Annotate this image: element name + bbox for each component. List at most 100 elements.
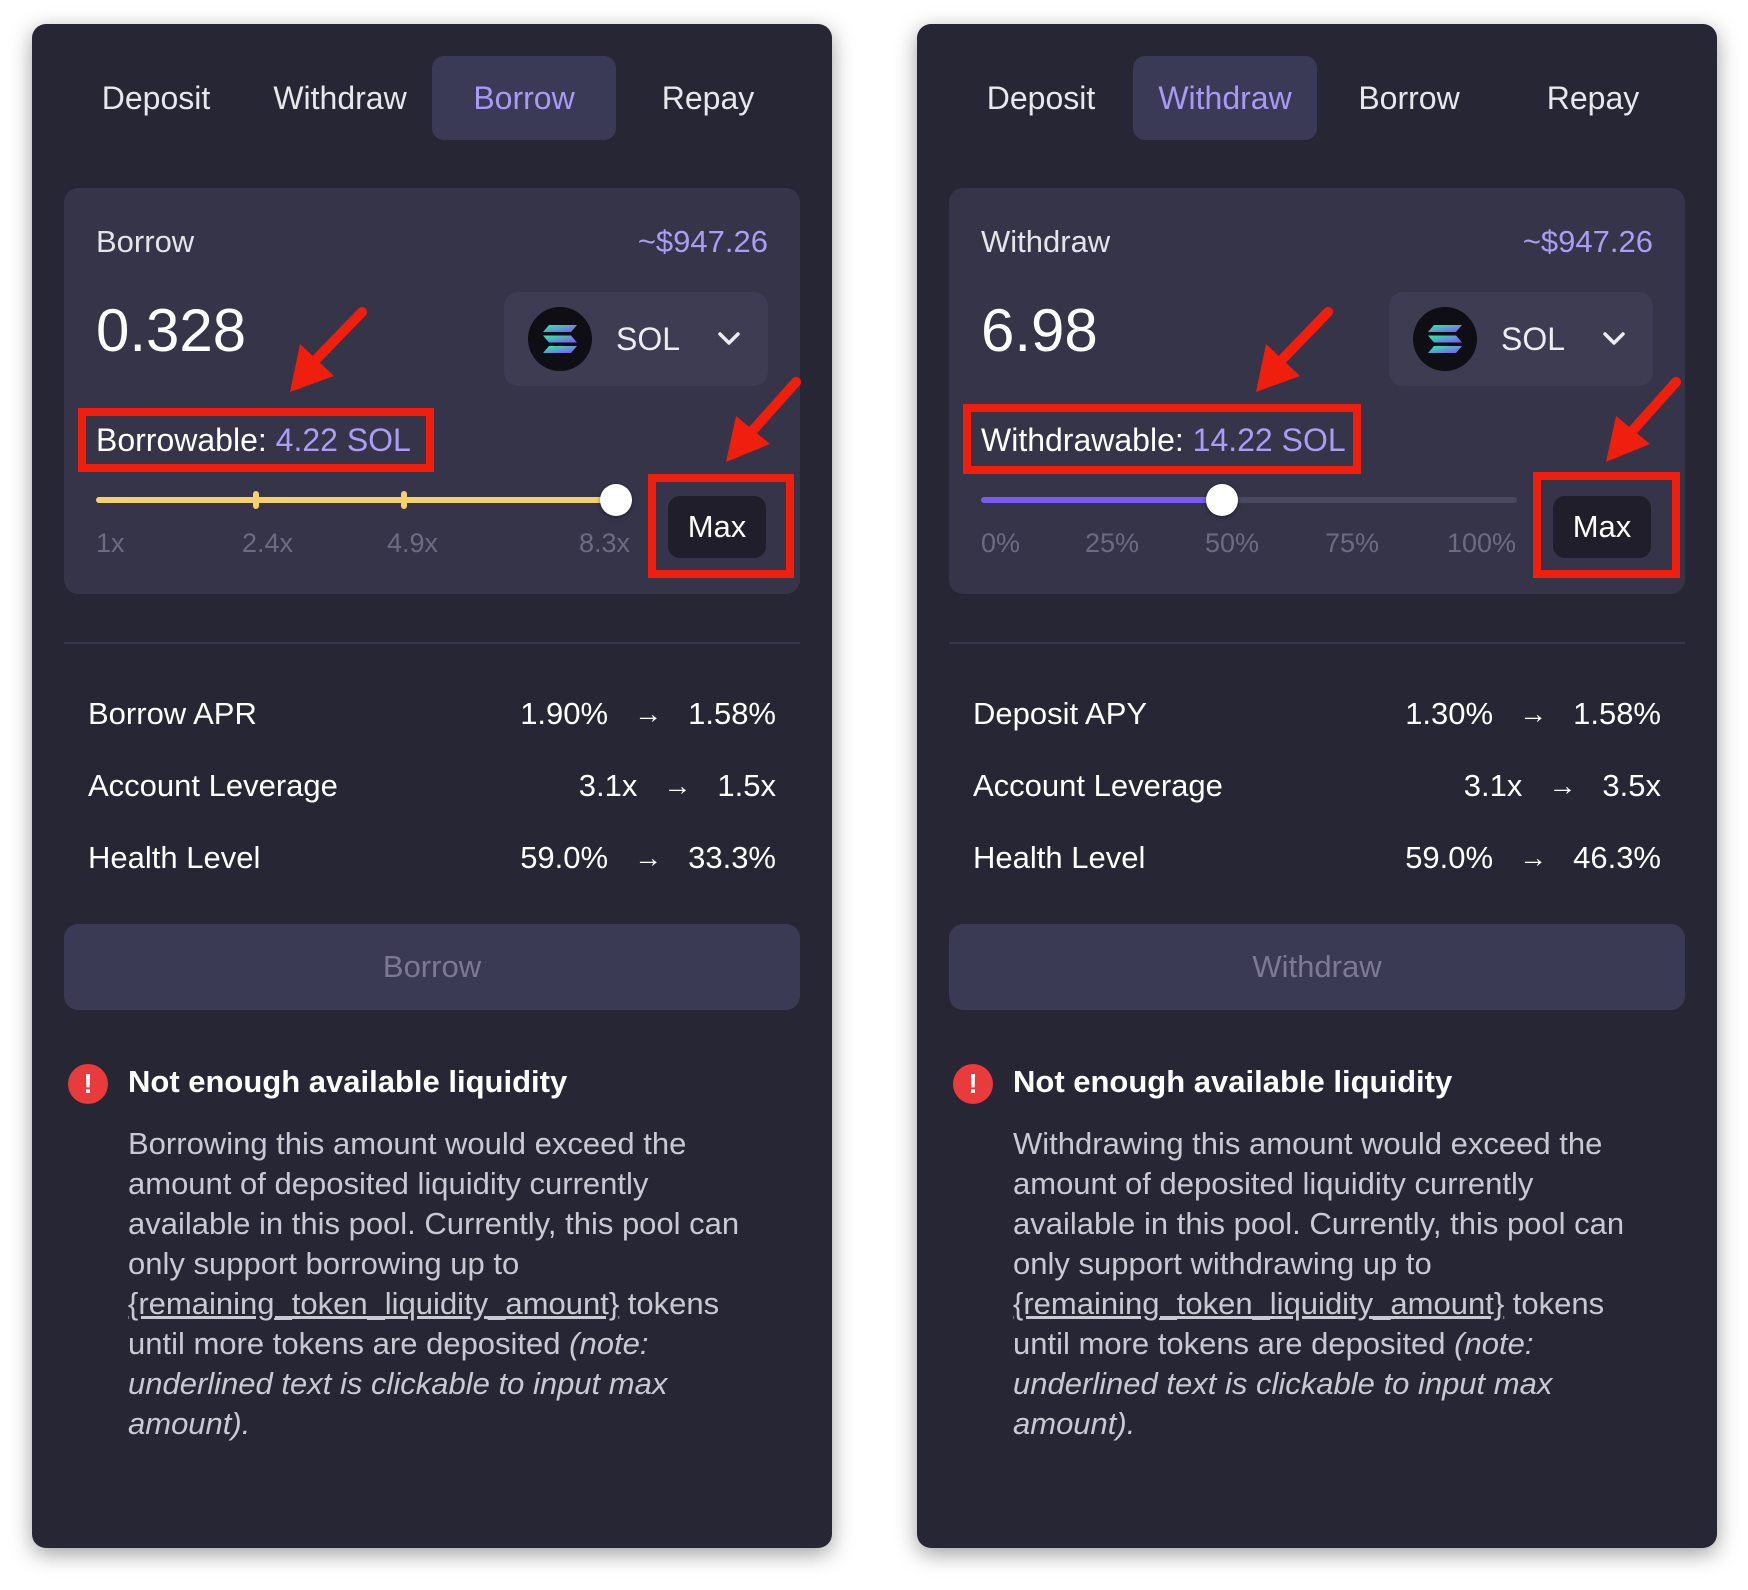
stat-values: 1.30% → 1.58% <box>1405 696 1661 732</box>
tab-withdraw[interactable]: Withdraw <box>248 56 432 140</box>
warning-message: Borrowing this amount would exceed the a… <box>128 1124 768 1444</box>
token-select[interactable]: SOL <box>504 292 768 386</box>
divider <box>949 642 1685 644</box>
warning-title: Not enough available liquidity <box>128 1064 568 1099</box>
slider-fill <box>981 497 1222 503</box>
tab-repay[interactable]: Repay <box>1501 56 1685 140</box>
scale-label: 1x <box>96 528 125 558</box>
scale-label: 4.9x <box>387 528 439 558</box>
stat-row-account-leverage: Account Leverage 3.1x → 3.5x <box>973 764 1661 808</box>
chevron-down-icon <box>718 332 740 346</box>
tab-deposit[interactable]: Deposit <box>64 56 248 140</box>
chevron-down-icon <box>1603 332 1625 346</box>
tab-bar: Deposit Withdraw Borrow Repay <box>64 56 800 140</box>
stat-from: 1.90% <box>520 696 609 731</box>
max-button[interactable]: Max <box>668 496 766 558</box>
exclamation-circle-icon: ! <box>68 1064 108 1104</box>
tab-borrow[interactable]: Borrow <box>432 56 616 140</box>
exclamation-circle-icon: ! <box>953 1064 993 1104</box>
stat-to: 33.3% <box>688 840 776 875</box>
divider <box>64 642 800 644</box>
stat-to: 3.5x <box>1602 768 1661 803</box>
slider-thumb[interactable] <box>600 484 632 516</box>
tab-repay[interactable]: Repay <box>616 56 800 140</box>
scale-label: 50% <box>1205 528 1260 558</box>
max-amount-link[interactable]: {remaining_token_liquidity_amount} <box>1013 1286 1504 1321</box>
token-label: SOL <box>1501 320 1566 357</box>
limit-label: Withdrawable: <box>981 422 1184 458</box>
usd-value: ~$947.26 <box>1522 224 1653 259</box>
scale-label: 8.3x <box>579 528 631 558</box>
stat-row-account-leverage: Account Leverage 3.1x → 1.5x <box>88 764 776 808</box>
stat-label: Account Leverage <box>88 768 338 803</box>
borrowable-label: Borrowable: 4.22 SOL <box>96 422 411 459</box>
stat-to: 46.3% <box>1573 840 1661 875</box>
max-amount-link[interactable]: {remaining_token_liquidity_amount} <box>128 1286 619 1321</box>
solana-logo-icon <box>1413 307 1477 371</box>
stat-values: 59.0% → 33.3% <box>520 840 776 876</box>
stat-to: 1.5x <box>717 768 776 803</box>
stat-values: 3.1x → 3.5x <box>1464 768 1661 804</box>
right-arrow-icon: → <box>1519 842 1548 873</box>
stat-label: Health Level <box>88 840 261 875</box>
tab-borrow[interactable]: Borrow <box>1317 56 1501 140</box>
token-select[interactable]: SOL <box>1389 292 1653 386</box>
stat-from: 59.0% <box>1405 840 1494 875</box>
amount-input[interactable]: 0.328 <box>96 296 246 365</box>
stat-values: 1.90% → 1.58% <box>520 696 776 732</box>
stat-label: Borrow APR <box>88 696 257 731</box>
slider-thumb[interactable] <box>1206 484 1238 516</box>
scale-label: 75% <box>1325 528 1380 558</box>
stat-from: 3.1x <box>578 768 638 803</box>
right-arrow-icon: → <box>634 842 663 873</box>
stat-label: Account Leverage <box>973 768 1223 803</box>
stat-values: 59.0% → 46.3% <box>1405 840 1661 876</box>
borrow-submit-button[interactable]: Borrow <box>64 924 800 1010</box>
limit-value[interactable]: 14.22 SOL <box>1193 422 1346 458</box>
card-title: Borrow <box>96 224 195 259</box>
stat-label: Deposit APY <box>973 696 1148 731</box>
warning-title: Not enough available liquidity <box>1013 1064 1453 1099</box>
withdraw-submit-button[interactable]: Withdraw <box>949 924 1685 1010</box>
stat-to: 1.58% <box>1573 696 1661 731</box>
max-button[interactable]: Max <box>1553 496 1651 558</box>
right-arrow-icon: → <box>663 770 692 801</box>
scale-label: 0% <box>981 528 1021 558</box>
stat-values: 3.1x → 1.5x <box>579 768 776 804</box>
withdrawable-label: Withdrawable: 14.22 SOL <box>981 422 1346 459</box>
stat-row-deposit-apy: Deposit APY 1.30% → 1.58% <box>973 692 1661 736</box>
percent-slider[interactable] <box>981 480 1517 520</box>
warning-text: Withdrawing this amount would exceed the… <box>1013 1126 1625 1281</box>
stat-from: 3.1x <box>1463 768 1523 803</box>
stat-row-borrow-apr: Borrow APR 1.90% → 1.58% <box>88 692 776 736</box>
stat-to: 1.58% <box>688 696 776 731</box>
right-arrow-icon: → <box>1548 770 1577 801</box>
limit-label: Borrowable: <box>96 422 267 458</box>
tab-withdraw[interactable]: Withdraw <box>1133 56 1317 140</box>
borrow-panel: Deposit Withdraw Borrow Repay Borrow ~$9… <box>32 24 832 1548</box>
scale-label: 25% <box>1085 528 1140 558</box>
scale-label: 100% <box>1447 528 1517 558</box>
token-label: SOL <box>616 320 681 357</box>
stat-from: 1.30% <box>1405 696 1494 731</box>
limit-value[interactable]: 4.22 SOL <box>276 422 411 458</box>
usd-value: ~$947.26 <box>637 224 768 259</box>
card-title: Withdraw <box>981 224 1111 259</box>
amount-card: Withdraw ~$947.26 6.98 SOL Withdrawable:… <box>949 188 1685 594</box>
solana-logo-icon <box>528 307 592 371</box>
right-arrow-icon: → <box>1519 698 1548 729</box>
tab-deposit[interactable]: Deposit <box>949 56 1133 140</box>
withdraw-panel: Deposit Withdraw Borrow Repay Withdraw ~… <box>917 24 1717 1548</box>
slider-tick <box>401 491 407 509</box>
stat-row-health-level: Health Level 59.0% → 46.3% <box>973 836 1661 880</box>
stat-row-health-level: Health Level 59.0% → 33.3% <box>88 836 776 880</box>
slider-tick <box>253 491 259 509</box>
warning-message: Withdrawing this amount would exceed the… <box>1013 1124 1653 1444</box>
slider-fill <box>96 497 632 503</box>
slider-scale: 1x 2.4x 4.9x 8.3x <box>96 528 632 564</box>
warning-text: Borrowing this amount would exceed the a… <box>128 1126 740 1281</box>
leverage-slider[interactable] <box>96 480 632 520</box>
scale-label: 2.4x <box>242 528 294 558</box>
amount-input[interactable]: 6.98 <box>981 296 1098 365</box>
amount-card: Borrow ~$947.26 0.328 SOL Borrowable: 4.… <box>64 188 800 594</box>
